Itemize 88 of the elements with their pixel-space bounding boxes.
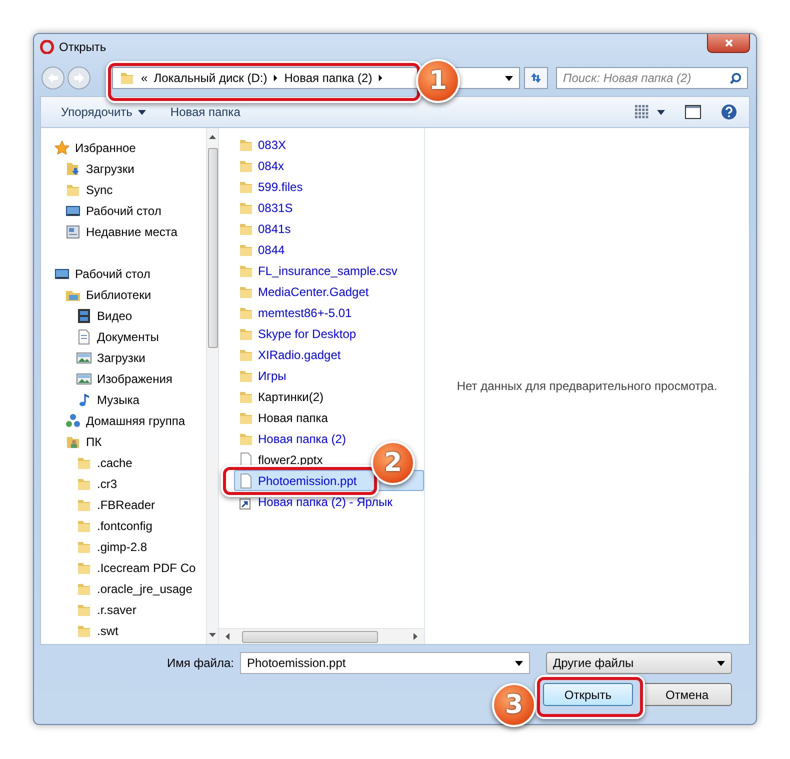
file-item[interactable]: 0841s [238, 218, 295, 239]
picture-icon [76, 350, 92, 366]
scroll-left-icon[interactable] [225, 633, 230, 640]
close-icon [724, 38, 734, 48]
file-item[interactable]: Игры [238, 365, 290, 386]
breadcrumb-arrow-icon[interactable] [378, 74, 384, 82]
scroll-thumb[interactable] [208, 148, 218, 348]
scroll-up-icon[interactable] [209, 134, 216, 140]
file-item[interactable]: 0844 [238, 239, 289, 260]
pane-icon [685, 105, 701, 119]
file-item[interactable]: Skype for Desktop [238, 323, 360, 344]
file-name-label: Имя файла: [167, 656, 234, 670]
navigation-item[interactable]: Домашняя группа [41, 410, 206, 431]
scrollbar[interactable] [206, 128, 218, 644]
navigation-item[interactable]: Sync [41, 179, 206, 200]
dropdown-arrow-icon [717, 660, 725, 666]
file-item[interactable]: XIRadio.gadget [238, 344, 345, 365]
file-item[interactable]: Новая папка (2) - Ярлык [238, 491, 396, 512]
preview-message: Нет данных для предварительного просмотра. [456, 379, 718, 393]
file-item[interactable]: FL_insurance_sample.csv [238, 260, 402, 281]
scrollbar[interactable] [219, 628, 424, 644]
help-icon [721, 104, 737, 120]
navigation-item[interactable]: Загрузки [41, 158, 206, 179]
scroll-down-icon[interactable] [209, 632, 216, 638]
navigation-item[interactable]: .oracle_jre_usage [41, 578, 206, 599]
file-item[interactable]: Картинки(2) [238, 386, 328, 407]
document-icon [238, 452, 254, 468]
file-item[interactable]: Новая папка (2) [238, 428, 350, 449]
file-type-dropdown[interactable]: Другие файлы [546, 652, 732, 674]
navigation-item[interactable]: Избранное [41, 137, 206, 158]
refresh-button[interactable] [524, 67, 548, 89]
search-field[interactable]: Поиск: Новая папка (2) [556, 67, 748, 89]
callout-number: 1 [416, 59, 460, 103]
open-button[interactable]: Открыть [543, 683, 633, 706]
callout-number: 3 [492, 683, 536, 727]
navigation-item[interactable]: .FBReader [41, 494, 206, 515]
file-item[interactable]: 083X [238, 134, 290, 155]
navigation-item[interactable]: Библиотеки [41, 284, 206, 305]
breadcrumb-segment[interactable]: Новая папка (2) [284, 71, 372, 85]
picture-icon [76, 370, 92, 386]
organize-menu[interactable]: Упорядочить [53, 101, 154, 123]
caret-icon [657, 110, 665, 114]
navigation-item[interactable]: .r.saver [41, 599, 206, 620]
app-logo-icon [40, 40, 54, 54]
navigation-item[interactable]: Рабочий стол [41, 200, 206, 221]
file-item[interactable]: 084x [238, 155, 288, 176]
file-item[interactable]: flower2.pptx [238, 449, 327, 470]
navigation-item[interactable]: Видео [41, 305, 206, 326]
close-button[interactable] [707, 34, 750, 53]
navigation-item[interactable]: ПК [41, 431, 206, 452]
window-title: Открыть [59, 40, 106, 54]
folder-icon [119, 70, 135, 86]
navigation-item[interactable]: Изображения [41, 368, 206, 389]
document-icon [76, 328, 92, 344]
navigation-item[interactable]: .cr3 [41, 473, 206, 494]
navigation-item[interactable]: .cache [41, 452, 206, 473]
refresh-icon [529, 71, 543, 85]
breadcrumb-segment[interactable]: Локальный диск (D:) [154, 71, 268, 85]
search-icon[interactable] [729, 72, 742, 85]
file-item[interactable]: Новая папка [238, 407, 332, 428]
file-item[interactable]: MediaCenter.Gadget [238, 281, 373, 302]
homegroup-icon [65, 412, 81, 428]
scroll-thumb[interactable] [242, 630, 378, 642]
breadcrumb-arrow-icon[interactable] [273, 74, 278, 82]
new-folder-button[interactable]: Новая папка [162, 101, 248, 123]
navigation-item[interactable]: Документы [41, 326, 206, 347]
navigation-item[interactable]: Музыка [41, 389, 206, 410]
overflow-chevron[interactable]: « [141, 71, 148, 85]
navigation-item[interactable]: .gimp-2.8 [41, 536, 206, 557]
file-item[interactable]: 0831S [238, 197, 297, 218]
file-item[interactable]: memtest86+-5.01 [238, 302, 356, 323]
navigation-item[interactable]: Загрузки [41, 347, 206, 368]
cancel-button[interactable]: Отмена [642, 683, 732, 706]
navigation-item[interactable]: Рабочий стол [41, 263, 206, 284]
star-icon [54, 140, 70, 156]
navigation-item[interactable]: .Icecream PDF Co [41, 557, 206, 578]
caret-icon [138, 110, 146, 114]
file-item[interactable]: 599.files [238, 176, 307, 197]
recent-places-icon [65, 224, 81, 240]
document-icon [238, 472, 254, 488]
navigation-item[interactable]: .swt [41, 620, 206, 641]
folder-download-icon [65, 160, 81, 176]
navigation-item[interactable]: Недавние места [41, 221, 206, 242]
scroll-right-icon[interactable] [413, 633, 418, 640]
navigation-item[interactable]: .fontconfig [41, 515, 206, 536]
film-icon [76, 308, 92, 324]
grid-view-icon [635, 105, 649, 119]
dropdown-arrow-icon[interactable] [505, 76, 513, 80]
